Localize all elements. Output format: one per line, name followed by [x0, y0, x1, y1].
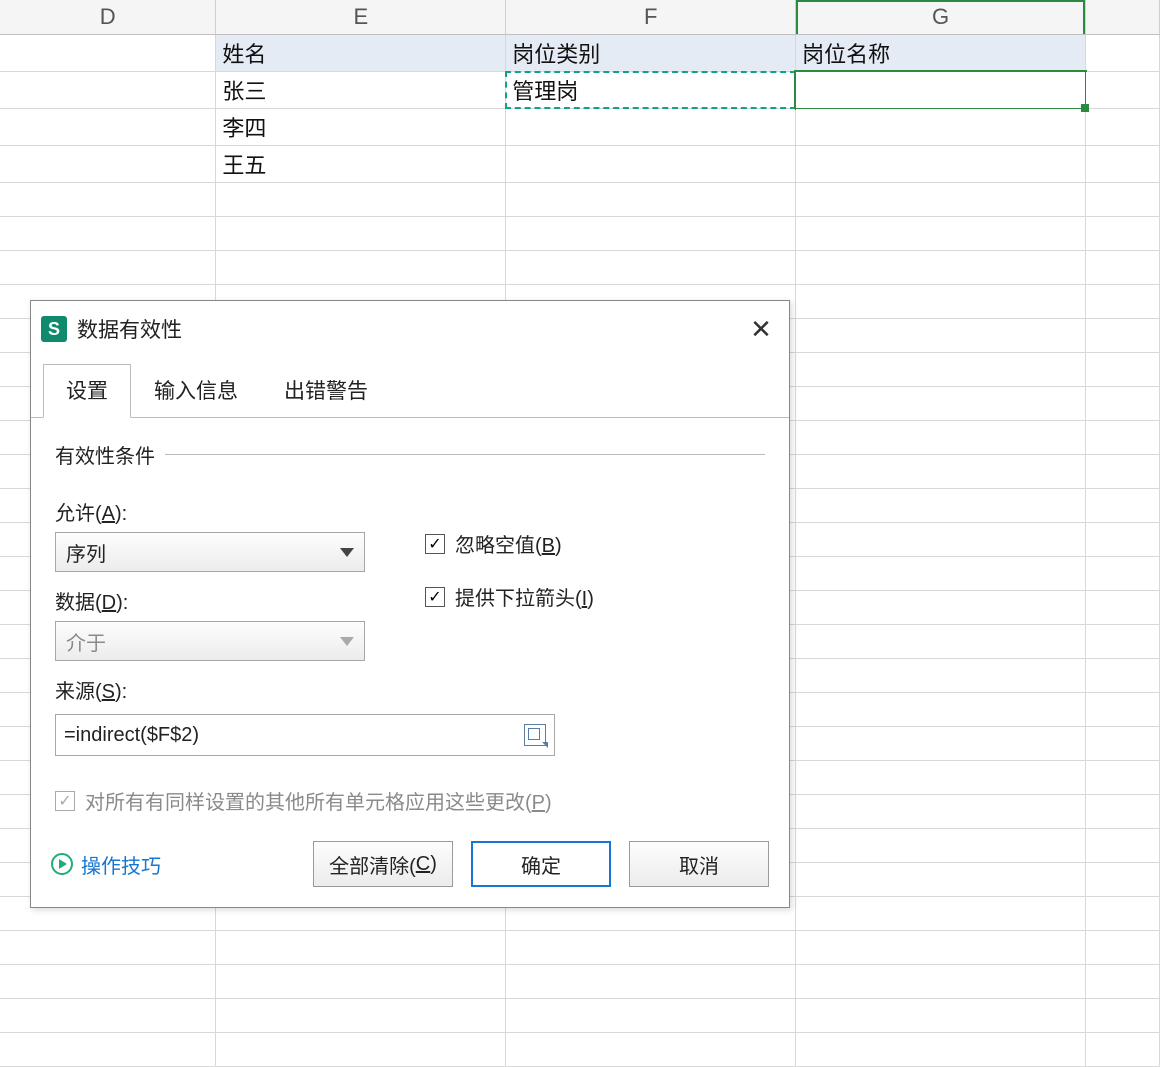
cell[interactable]	[0, 145, 216, 182]
cell-G2[interactable]	[796, 71, 1086, 108]
col-header-F[interactable]: F	[506, 0, 796, 34]
tab-error-alert[interactable]: 出错警告	[261, 364, 391, 418]
col-header-D[interactable]: D	[0, 0, 216, 34]
chevron-down-icon	[340, 637, 354, 646]
source-value: =indirect($F$2)	[64, 724, 199, 747]
close-icon[interactable]: ✕	[743, 311, 779, 347]
cell-E3[interactable]: 李四	[216, 108, 506, 145]
cell-F4[interactable]	[506, 145, 796, 182]
data-label: 数据(D):	[55, 586, 365, 615]
cell-G1[interactable]: 岗位名称	[796, 34, 1086, 71]
cell[interactable]	[0, 108, 216, 145]
cell-G3[interactable]	[796, 108, 1086, 145]
checkbox-checked-icon: ✓	[425, 587, 445, 607]
cell-E4[interactable]: 王五	[216, 145, 506, 182]
tips-link[interactable]: 操作技巧	[51, 850, 161, 879]
dialog-title: 数据有效性	[77, 314, 743, 344]
col-header-G[interactable]: G	[796, 0, 1086, 34]
cell[interactable]	[1086, 108, 1160, 145]
cell-E1[interactable]: 姓名	[216, 34, 506, 71]
cell[interactable]	[1086, 34, 1160, 71]
data-validation-dialog: S 数据有效性 ✕ 设置 输入信息 出错警告 有效性条件 允许(A): 序列 数…	[30, 300, 790, 908]
allow-select[interactable]: 序列	[55, 532, 365, 572]
allow-label: 允许(A):	[55, 497, 365, 526]
fill-handle[interactable]	[1081, 104, 1089, 112]
cell[interactable]	[1086, 71, 1160, 108]
tab-input-message[interactable]: 输入信息	[131, 364, 261, 418]
apply-all-checkbox: ✓ 对所有有同样设置的其他所有单元格应用这些更改(P)	[55, 786, 765, 815]
cell[interactable]	[0, 34, 216, 71]
cell-G4[interactable]	[796, 145, 1086, 182]
cell-F2[interactable]: 管理岗	[506, 71, 796, 108]
cell-F3[interactable]	[506, 108, 796, 145]
cancel-button[interactable]: 取消	[629, 841, 769, 887]
tab-settings[interactable]: 设置	[43, 364, 131, 418]
dropdown-arrow-checkbox[interactable]: ✓ 提供下拉箭头(I)	[425, 582, 765, 611]
cell[interactable]	[0, 71, 216, 108]
allow-value: 序列	[66, 538, 106, 567]
dialog-titlebar[interactable]: S 数据有效性 ✕	[31, 301, 789, 363]
range-picker-icon[interactable]	[524, 724, 546, 746]
cell-F1[interactable]: 岗位类别	[506, 34, 796, 71]
source-input[interactable]: =indirect($F$2)	[55, 714, 555, 756]
checkbox-checked-icon: ✓	[425, 534, 445, 554]
source-label: 来源(S):	[55, 675, 365, 704]
chevron-down-icon	[340, 548, 354, 557]
dialog-tabs: 设置 输入信息 出错警告	[31, 363, 789, 417]
cell[interactable]	[1086, 145, 1160, 182]
col-header-E[interactable]: E	[216, 0, 506, 34]
data-select: 介于	[55, 621, 365, 661]
play-circle-icon	[51, 853, 73, 875]
ok-button[interactable]: 确定	[471, 841, 611, 887]
cell-E2[interactable]: 张三	[216, 71, 506, 108]
checkbox-unchecked-icon: ✓	[55, 791, 75, 811]
section-validity: 有效性条件	[55, 440, 765, 469]
ignore-blank-checkbox[interactable]: ✓ 忽略空值(B)	[425, 529, 765, 558]
clear-all-button[interactable]: 全部清除(C)	[313, 841, 453, 887]
data-value: 介于	[66, 627, 106, 656]
app-icon: S	[41, 316, 67, 342]
col-header-next[interactable]	[1086, 0, 1160, 34]
